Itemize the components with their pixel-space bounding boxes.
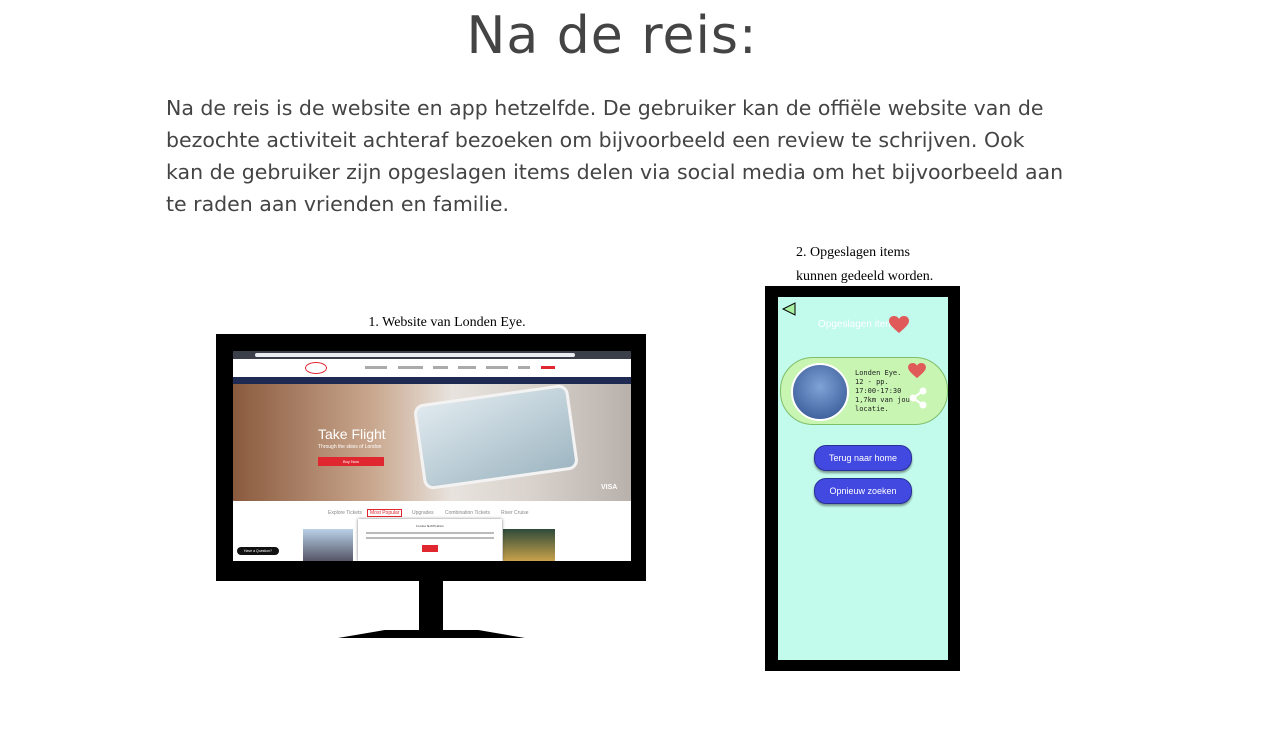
app-caption: 2. Opgeslagen items kunnen gedeeld worde… bbox=[796, 241, 933, 289]
nav-link bbox=[433, 366, 448, 369]
item-distance: 1,7km van jou locatie. bbox=[855, 396, 910, 413]
heart-icon bbox=[889, 316, 909, 333]
app-caption-line: 2. Opgeslagen items bbox=[796, 245, 910, 260]
visa-logo: VISA bbox=[601, 484, 618, 491]
tab-combination: Combination Tickets bbox=[445, 510, 491, 516]
heart-icon bbox=[908, 363, 926, 379]
info-strip bbox=[233, 377, 631, 384]
item-details: Londen Eye. 12 - pp. 17:00-17:30 1,7km v… bbox=[855, 369, 947, 414]
hero-subtitle: Through the skies of London bbox=[318, 444, 382, 450]
chat-button: Have a Question? bbox=[237, 547, 279, 555]
page-title: Na de reis: bbox=[466, 6, 758, 66]
nav-link bbox=[458, 366, 476, 369]
tab-explore: Explore Tickets bbox=[328, 510, 362, 516]
ticket-thumbnail bbox=[303, 529, 353, 561]
website-screenshot: Take Flight Through the skies of London … bbox=[233, 351, 631, 561]
saved-item-card: Londen Eye. 12 - pp. 17:00-17:30 1,7km v… bbox=[780, 357, 948, 425]
cookie-text bbox=[366, 537, 494, 539]
hero-title: Take Flight bbox=[318, 426, 386, 442]
menu-icon bbox=[541, 366, 555, 369]
site-header bbox=[233, 359, 631, 378]
logo-icon bbox=[305, 362, 327, 374]
monitor-neck bbox=[419, 581, 443, 633]
tab-river-cruise: River Cruise bbox=[501, 510, 529, 516]
cookie-title: Cookie Notification bbox=[415, 524, 445, 528]
nav-link bbox=[365, 366, 387, 369]
hand-phone-image bbox=[412, 383, 580, 491]
back-home-button[interactable]: Terug naar home bbox=[814, 445, 912, 471]
monitor-base bbox=[338, 630, 525, 638]
buy-now-button: Buy Now bbox=[318, 457, 384, 466]
item-name: Londen Eye. bbox=[855, 369, 902, 377]
screen-title: Opgeslagen items bbox=[818, 319, 899, 330]
search-again-button[interactable]: Opnieuw zoeken bbox=[814, 478, 912, 504]
item-age: 12 - pp. bbox=[855, 378, 889, 386]
cookie-accept-button bbox=[422, 545, 438, 552]
browser-bar bbox=[233, 351, 631, 359]
london-eye-image bbox=[791, 363, 849, 421]
cookie-text bbox=[366, 532, 494, 534]
ticket-thumbnail bbox=[503, 529, 555, 561]
cookie-notification: Cookie Notification bbox=[358, 519, 502, 561]
url-bar bbox=[255, 353, 575, 357]
intro-paragraph: Na de reis is de website en app hetzelfd… bbox=[166, 96, 1064, 216]
ticket-tabs: Explore Tickets Most Popular Upgrades Co… bbox=[233, 508, 631, 518]
nav-link bbox=[486, 366, 508, 369]
website-caption: 1. Website van Londen Eye. bbox=[368, 315, 526, 330]
app-screen: Opgeslagen items Londen Eye. 12 - pp. 17… bbox=[778, 297, 948, 660]
phone-mockup: Opgeslagen items Londen Eye. 12 - pp. 17… bbox=[765, 286, 960, 671]
share-icon bbox=[909, 387, 927, 409]
hero-image: Take Flight Through the skies of London … bbox=[233, 383, 631, 501]
tab-most-popular: Most Popular bbox=[367, 509, 403, 517]
nav-link bbox=[398, 366, 423, 369]
item-time: 17:00-17:30 bbox=[855, 387, 902, 395]
nav-link bbox=[518, 366, 530, 369]
monitor: Take Flight Through the skies of London … bbox=[216, 334, 646, 581]
tab-upgrades: Upgrades bbox=[412, 510, 434, 516]
back-arrow-icon bbox=[781, 302, 796, 316]
